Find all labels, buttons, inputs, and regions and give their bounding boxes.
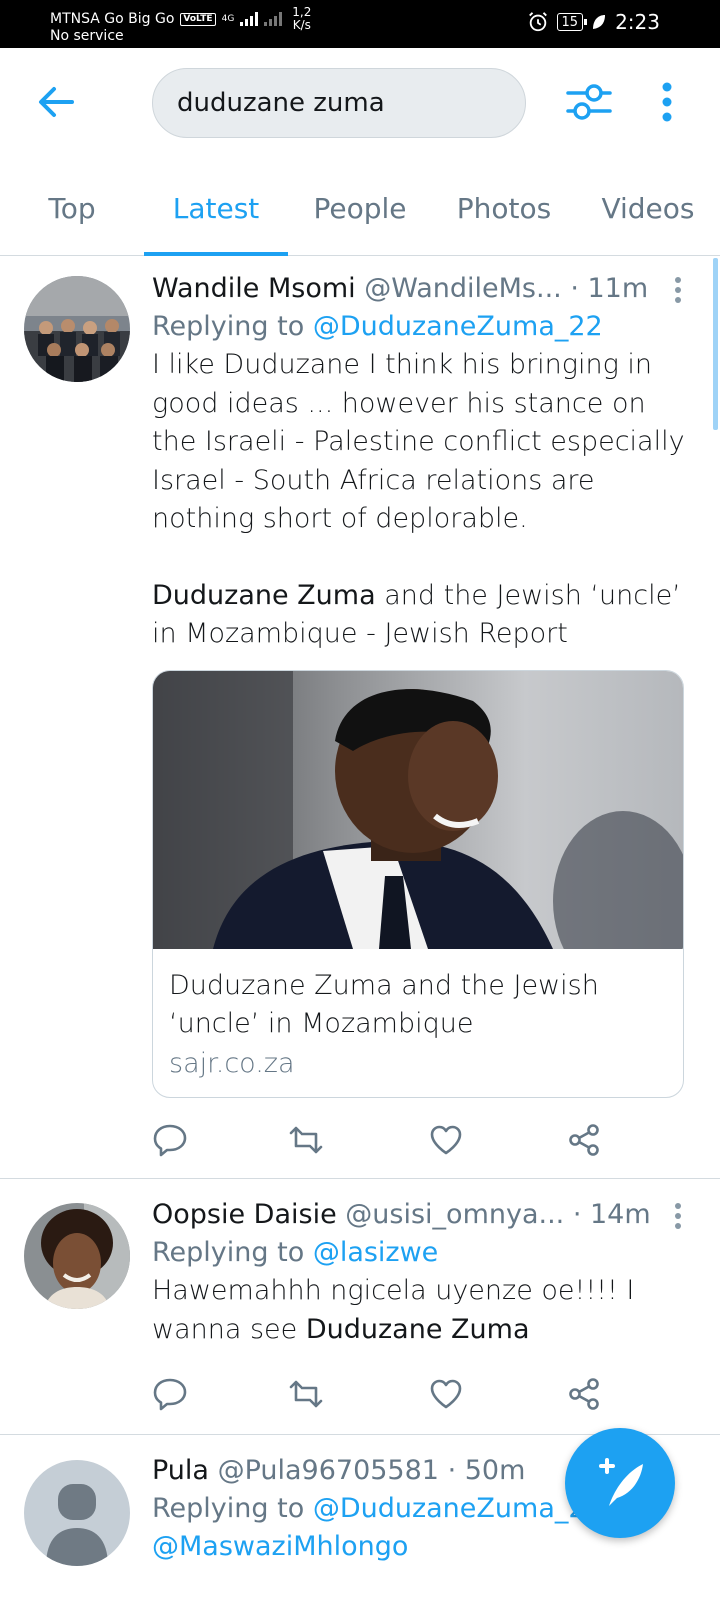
search-header: duduzane zuma xyxy=(0,48,720,158)
like-icon[interactable] xyxy=(428,1122,464,1158)
tweet-actions xyxy=(152,1122,612,1162)
speed-value: 1,2 xyxy=(292,5,312,19)
tweet-menu-icon[interactable] xyxy=(674,1202,682,1230)
leaf-icon xyxy=(593,15,606,29)
avatar-image xyxy=(24,1203,130,1309)
share-icon[interactable] xyxy=(566,1122,602,1158)
tweet-time: · 50m xyxy=(447,1455,526,1486)
reply-icon[interactable] xyxy=(152,1122,188,1158)
no-service-label: No service xyxy=(50,28,124,44)
more-options-icon[interactable] xyxy=(660,82,674,122)
status-bar: MTNSA Go Big Go VoLTE 4G 1,2 K/s No serv… xyxy=(0,0,720,48)
tweet[interactable]: Wandile Msomi @WandileMs... · 11m Replyi… xyxy=(0,270,720,1180)
replying-label: Replying to xyxy=(152,1493,305,1524)
tweet-time: · 11m xyxy=(570,273,649,304)
tab-latest[interactable]: Latest xyxy=(144,168,288,256)
like-icon[interactable] xyxy=(428,1376,464,1412)
card-image xyxy=(153,670,683,949)
replying-label: Replying to xyxy=(152,311,305,342)
tweet-header: Wandile Msomi @WandileMs... · 11m xyxy=(152,270,696,308)
card-domain: sajr.co.za xyxy=(169,1047,295,1079)
no-signal-icon xyxy=(264,12,283,26)
share-icon[interactable] xyxy=(566,1376,602,1412)
tweet-divider xyxy=(0,1178,720,1179)
retweet-icon[interactable] xyxy=(288,1376,324,1412)
avatar[interactable] xyxy=(24,1460,130,1566)
replying-to: Replying to @DuduzaneZuma_22 xyxy=(152,308,696,346)
search-highlight: Duduzane Zuma xyxy=(305,1313,530,1345)
volte-badge: VoLTE xyxy=(180,12,216,26)
tweet-link-text: Duduzane Zuma and the Jewish ‘uncle’ in … xyxy=(152,577,696,654)
battery-icon: 15 xyxy=(556,13,587,31)
author-name[interactable]: Wandile Msomi xyxy=(152,273,356,304)
tweet-text: I like Duduzane I think his bringing in … xyxy=(152,349,685,534)
tweet-time: · 14m xyxy=(572,1199,651,1230)
tweet[interactable]: Oopsie Daisie @usisi_omnya... · 14m Repl… xyxy=(0,1196,720,1432)
retweet-icon[interactable] xyxy=(288,1122,324,1158)
clock: 2:23 xyxy=(615,10,660,34)
replying-label: Replying to xyxy=(152,1237,305,1268)
card-title: Duduzane Zuma and the Jewish ‘uncle’ in … xyxy=(169,969,599,1039)
search-filter-icon[interactable] xyxy=(566,82,612,122)
avatar[interactable] xyxy=(24,1203,130,1309)
network-type: 4G xyxy=(221,13,235,24)
author-name[interactable]: Oopsie Daisie xyxy=(152,1199,337,1230)
tweet-body: Oopsie Daisie @usisi_omnya... · 14m Repl… xyxy=(152,1196,696,1349)
author-handle[interactable]: @Pula96705581 xyxy=(218,1455,439,1486)
default-avatar-icon xyxy=(24,1460,130,1566)
search-input[interactable]: duduzane zuma xyxy=(152,68,526,138)
tweet-header: Oopsie Daisie @usisi_omnya... · 14m xyxy=(152,1196,696,1234)
reply-icon[interactable] xyxy=(152,1376,188,1412)
tweet-actions xyxy=(152,1376,612,1416)
tab-top[interactable]: Top xyxy=(0,168,144,255)
compose-tweet-button[interactable] xyxy=(565,1428,675,1538)
link-card[interactable]: Duduzane Zuma and the Jewish ‘uncle’ in … xyxy=(152,669,684,1098)
tweet-body: Wandile Msomi @WandileMs... · 11m Replyi… xyxy=(152,270,696,1098)
avatar-image xyxy=(24,276,130,382)
tab-people[interactable]: People xyxy=(288,168,432,255)
replying-to: Replying to @lasizwe xyxy=(152,1234,696,1272)
replying-to-link[interactable]: @DuduzaneZuma_22 xyxy=(313,1493,603,1524)
signal-icon xyxy=(240,12,259,26)
tab-videos[interactable]: Videos xyxy=(576,168,720,255)
search-tabs: Top Latest People Photos Videos xyxy=(0,168,720,256)
tab-photos[interactable]: Photos xyxy=(432,168,576,255)
network-speed: 1,2 K/s xyxy=(292,6,311,32)
author-handle[interactable]: @usisi_omnya... xyxy=(345,1199,564,1230)
avatar[interactable] xyxy=(24,276,130,382)
search-highlight: Duduzane Zuma xyxy=(152,579,376,611)
replying-to-link[interactable]: @lasizwe xyxy=(313,1237,438,1268)
status-right: 15 2:23 xyxy=(527,10,660,34)
alarm-icon xyxy=(528,12,547,32)
author-handle[interactable]: @WandileMs... xyxy=(364,273,562,304)
battery-level: 15 xyxy=(561,14,579,30)
replying-to-link[interactable]: @DuduzaneZuma_22 xyxy=(313,311,603,342)
status-left: MTNSA Go Big Go VoLTE 4G 1,2 K/s No serv… xyxy=(50,6,311,46)
tweet-menu-icon[interactable] xyxy=(674,276,682,304)
tweet-text: Hawemahhh ngicela uyenze oe!!!! I wanna … xyxy=(152,1272,696,1349)
speed-unit: K/s xyxy=(292,18,311,32)
author-name[interactable]: Pula xyxy=(152,1455,209,1486)
compose-feather-icon xyxy=(599,1458,643,1506)
back-arrow-icon[interactable] xyxy=(36,84,76,120)
replying-to-link-2[interactable]: @MaswaziMhlongo xyxy=(152,1531,408,1562)
